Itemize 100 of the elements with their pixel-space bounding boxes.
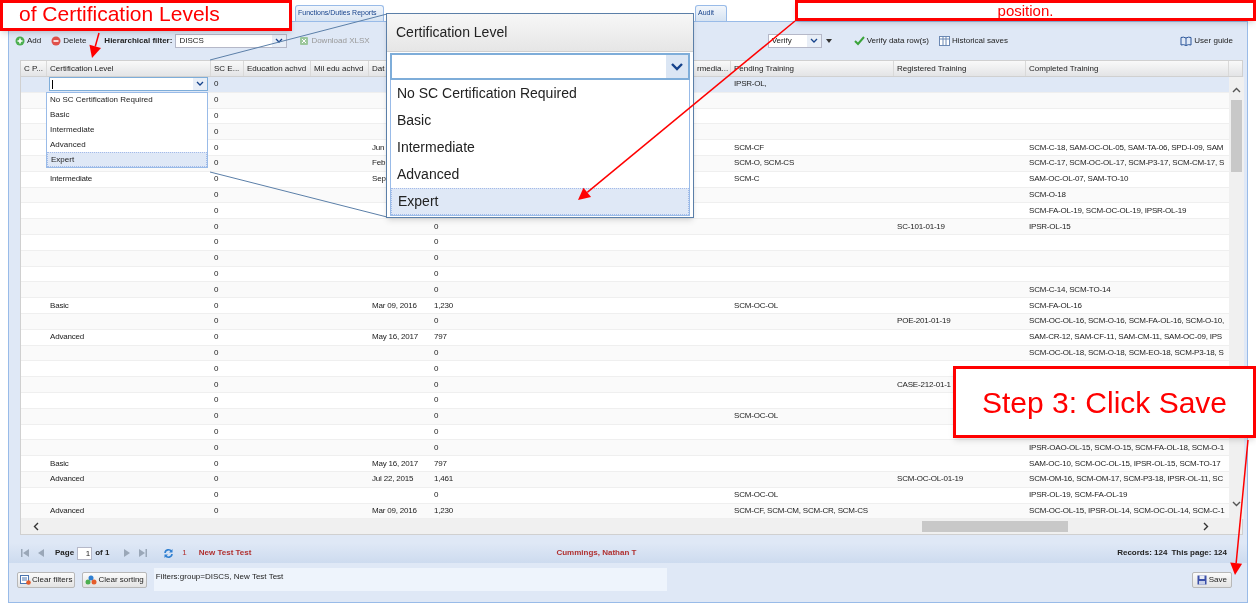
- table-cell: SCM-OC-OL-01-19: [897, 473, 963, 486]
- table-cell: May 16, 2017: [372, 331, 419, 344]
- table-cell: 0: [214, 252, 219, 265]
- table-cell: 0: [214, 188, 219, 201]
- table-cell: 0: [434, 252, 439, 265]
- table-cell: 0: [434, 489, 439, 502]
- table-cell: SCM-CF, SCM-CM, SCM-CR, SCM-CS: [734, 504, 868, 517]
- table-cell: 0: [214, 394, 219, 407]
- table-cell: 0: [214, 78, 219, 91]
- table-cell: 0: [214, 489, 219, 502]
- callout-text: of Certification Levels: [19, 3, 220, 25]
- table-cell: Advanced: [50, 473, 84, 486]
- table-cell: SCM-OC-OL-16, SCM-O-16, SCM-FA-OL-16, SCM-O-10,: [1029, 315, 1225, 328]
- table-cell: 0: [214, 236, 219, 249]
- table-cell: 1,230: [434, 299, 454, 312]
- table-cell: 0: [434, 283, 439, 296]
- page-records-count: This page: 124: [1171, 547, 1227, 560]
- table-cell: Basic: [50, 457, 69, 470]
- table-cell: SCM-OC-OL: [734, 489, 778, 502]
- table-cell: 0: [214, 315, 219, 328]
- table-cell: Jul 22, 2015: [372, 473, 414, 486]
- page-count: of 1: [95, 547, 110, 560]
- user-name: Cummings, Nathan T: [556, 547, 637, 560]
- table-cell: 0: [214, 441, 219, 454]
- group-name: New Test Test: [198, 547, 252, 560]
- table-cell: SCM-C: [734, 173, 760, 186]
- table-cell: Advanced: [50, 504, 84, 517]
- table-cell: 1,461: [434, 473, 454, 486]
- table-cell: Intermediate: [50, 173, 93, 186]
- table-cell: 0: [214, 425, 219, 438]
- table-cell: 0: [214, 125, 219, 138]
- table-cell: 0: [214, 220, 219, 233]
- table-cell: 0: [214, 504, 219, 517]
- table-cell: 0: [434, 220, 439, 233]
- table-cell: Mar 09, 2016: [372, 504, 417, 517]
- table-cell: 0: [214, 283, 219, 296]
- table-cell: 0: [434, 267, 439, 280]
- table-cell: SCM-C-18, SAM-OC-OL-05, SAM-TA-06, SPD-I-09, SAM: [1029, 141, 1224, 154]
- callout-text: position.: [997, 3, 1054, 18]
- table-cell: IPSR-OL-19, SCM-FA-OL-19: [1029, 489, 1128, 502]
- table-cell: SCM-OC-OL-18, SCM-O-18, SCM-EO-18, SCM-P3-18, S: [1029, 346, 1224, 359]
- table-cell: 0: [214, 410, 219, 423]
- table-cell: 0: [214, 457, 219, 470]
- table-cell: IPSR-OL,: [734, 78, 767, 91]
- table-cell: Feb: [372, 157, 386, 170]
- table-cell: 0: [214, 173, 219, 186]
- filters-text: Filters:group=DISCS, New Test Test: [155, 572, 284, 582]
- table-cell: SAM-OC-10, SCM-OC-OL-15, IPSR-OL-15, SCM-TO-17: [1029, 457, 1221, 470]
- table-cell: 0: [214, 110, 219, 122]
- table-cell: 0: [214, 267, 219, 280]
- table-cell: 0: [214, 473, 219, 486]
- table-cell: IPSR-OL-15: [1029, 220, 1071, 233]
- table-cell: 0: [434, 346, 439, 359]
- table-cell: SAM-OC-OL-07, SAM-TO-10: [1029, 173, 1129, 186]
- table-cell: 0: [434, 441, 439, 454]
- table-cell: 0: [214, 331, 219, 344]
- table-cell: 0: [434, 425, 439, 438]
- table-cell: 0: [434, 378, 439, 391]
- table-cell: Basic: [50, 299, 69, 312]
- table-cell: 797: [434, 457, 447, 470]
- table-cell: 0: [214, 378, 219, 391]
- table-cell: SCM-OM-16, SCM-OM-17, SCM-P3-18, IPSR-OL-11, SC: [1029, 473, 1224, 486]
- table-cell: Sep: [372, 173, 386, 186]
- table-cell: SC-101-01-19: [897, 220, 945, 233]
- table-cell: 0: [434, 394, 439, 407]
- table-cell: SCM-O, SCM-CS: [734, 157, 795, 170]
- table-cell: 0: [434, 236, 439, 249]
- table-cell: SCM-FA-OL-19, SCM-OC-OL-19, IPSR-OL-19: [1029, 204, 1187, 217]
- table-cell: CASE-212-01-1: [897, 378, 951, 391]
- table-cell: 0: [434, 410, 439, 423]
- zoomed-column-header: Certification Level: [396, 23, 508, 42]
- table-cell: Advanced: [50, 331, 84, 344]
- records-count: Records: 124: [1117, 547, 1168, 560]
- table-cell: SCM-OC-OL: [734, 299, 778, 312]
- table-cell: SCM-FA-OL-16: [1029, 299, 1082, 312]
- table-cell: SCM-OC-OL-15, IPSR-OL-14, SCM-OC-OL-14, SCM-C-1: [1029, 504, 1225, 517]
- table-cell: Jun: [372, 141, 385, 154]
- table-cell: POE-201-01-19: [897, 315, 951, 328]
- table-cell: 0: [214, 141, 219, 154]
- table-cell: SCM-O-18: [1029, 188, 1066, 201]
- page-label: Page: [55, 547, 75, 560]
- table-cell: SCM-C-17, SCM-OC-OL-17, SCM-P3-17, SCM-CM-17, S: [1029, 157, 1225, 170]
- table-cell: 0: [214, 299, 219, 312]
- table-cell: SCM-CF: [734, 141, 764, 154]
- table-cell: 0: [214, 204, 219, 217]
- filter-label: Hierarchical filter:: [104, 35, 173, 47]
- table-cell: 0: [214, 157, 219, 170]
- table-cell: 0: [434, 362, 439, 375]
- table-cell: Mar 09, 2016: [372, 299, 417, 312]
- table-cell: IPSR-OAO-OL-15, SCM-O-15, SCM-FA-OL-18, SCM-O-1: [1029, 441, 1225, 454]
- table-cell: 0: [214, 94, 219, 107]
- table-cell: SCM-OC-OL: [734, 410, 778, 423]
- table-cell: 0: [214, 362, 219, 375]
- table-cell: 1,230: [434, 504, 454, 517]
- table-cell: SAM-CR-12, SAM-CF-11, SAM-CM-11, SAM-OC-09, IPS: [1029, 331, 1222, 344]
- table-cell: SCM-C-14, SCM-TO-14: [1029, 283, 1111, 296]
- selected-count: 1: [182, 547, 187, 560]
- table-cell: May 16, 2017: [372, 457, 419, 470]
- table-cell: 0: [434, 315, 439, 328]
- table-cell: 797: [434, 331, 447, 344]
